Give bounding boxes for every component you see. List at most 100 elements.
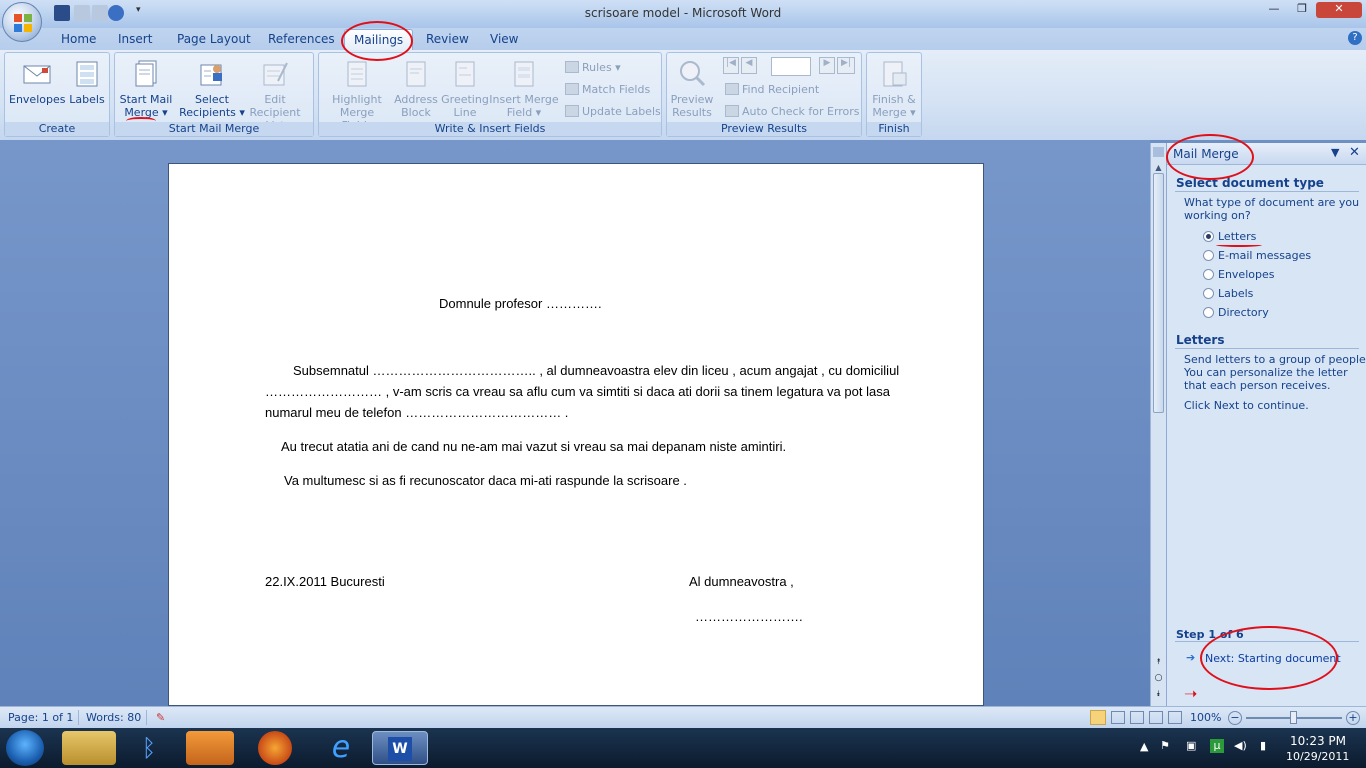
outline-view-icon[interactable] <box>1149 711 1163 724</box>
group-label-create: Create <box>5 122 109 136</box>
section-letters: Letters <box>1176 333 1225 347</box>
tray-expand-icon[interactable]: ▲ <box>1140 740 1148 753</box>
utorrent-icon[interactable]: µ <box>1210 739 1224 753</box>
network-icon[interactable]: ▣ <box>1186 739 1196 752</box>
office-button[interactable] <box>2 2 42 42</box>
page-count[interactable]: Page: 1 of 1 <box>8 711 73 724</box>
full-screen-reading-icon[interactable] <box>1111 711 1125 724</box>
finish-merge-button[interactable]: Finish & Merge ▾ <box>869 59 919 119</box>
group-write-insert-fields: Highlight Merge Fields Address Block Gre… <box>318 52 662 137</box>
desc-line3: that each person receives. <box>1184 379 1331 392</box>
option-email[interactable]: E-mail messages <box>1218 249 1311 262</box>
media-player-icon[interactable] <box>186 731 234 765</box>
doc-para3: Va multumesc si as fi recunoscator daca … <box>284 473 687 488</box>
firefox-icon[interactable] <box>258 731 292 765</box>
doc-date-place: 22.IX.2011 Bucuresti <box>265 574 385 589</box>
start-mail-merge-label-1: Start Mail <box>119 93 173 106</box>
tab-references[interactable]: References <box>268 32 335 46</box>
zoom-in-icon[interactable]: + <box>1346 711 1360 725</box>
zoom-level[interactable]: 100% <box>1190 711 1221 724</box>
rules-button[interactable]: Rules ▾ <box>565 61 621 74</box>
document-page[interactable]: Domnule profesor …………. Subsemnatul ……………… <box>168 163 984 706</box>
radio-directory[interactable] <box>1203 307 1214 318</box>
previous-page-icon[interactable]: ⯭ <box>1152 657 1165 667</box>
maximize-button[interactable]: ❐ <box>1290 2 1314 18</box>
radio-envelopes[interactable] <box>1203 269 1214 280</box>
radio-letters[interactable] <box>1203 231 1214 242</box>
clock-time[interactable]: 10:23 PM <box>1290 734 1346 748</box>
tab-review[interactable]: Review <box>426 32 469 46</box>
signal-icon[interactable]: ▮ <box>1260 739 1266 752</box>
radio-labels[interactable] <box>1203 288 1214 299</box>
zoom-out-icon[interactable]: − <box>1228 711 1242 725</box>
doc-para1-line2: ……………………… , v-am scris ca vreau sa aflu … <box>265 384 890 399</box>
rules-icon <box>565 61 579 73</box>
next-arrow-icon[interactable]: ➔ <box>1186 651 1195 664</box>
start-button[interactable] <box>6 730 44 766</box>
group-label-write-insert: Write & Insert Fields <box>319 122 661 136</box>
select-recipients-button[interactable]: Select Recipients ▾ <box>177 59 247 119</box>
previous-record-icon[interactable]: ◀ <box>741 57 757 74</box>
update-labels-button[interactable]: Update Labels <box>565 105 661 118</box>
internet-explorer-icon[interactable]: e <box>314 731 368 765</box>
next-page-icon[interactable]: ⯯ <box>1152 689 1165 699</box>
ruler-toggle-icon[interactable] <box>1153 147 1164 157</box>
address-block-button[interactable]: Address Block <box>391 59 441 119</box>
status-divider <box>78 710 79 725</box>
select-browse-object-icon[interactable]: ○ <box>1152 673 1165 683</box>
tab-home[interactable]: Home <box>61 32 96 46</box>
word-taskbar-button[interactable]: W <box>372 731 428 765</box>
print-layout-view-icon[interactable] <box>1090 710 1106 725</box>
option-envelopes[interactable]: Envelopes <box>1218 268 1274 281</box>
option-letters[interactable]: Letters <box>1218 230 1256 243</box>
greeting-line-button[interactable]: Greeting Line <box>439 59 491 119</box>
preview-results-button[interactable]: Preview Results <box>669 59 715 119</box>
match-fields-button[interactable]: Match Fields <box>565 83 650 96</box>
start-mail-merge-button[interactable]: Start Mail Merge ▾ <box>117 59 175 119</box>
close-button[interactable]: ✕ <box>1316 2 1362 18</box>
preview-label-1: Preview <box>670 93 714 106</box>
last-record-icon[interactable]: ▶| <box>837 57 855 74</box>
document-stack-icon <box>135 60 157 87</box>
record-number-input[interactable] <box>771 57 811 76</box>
explorer-icon[interactable] <box>62 731 116 765</box>
draft-view-icon[interactable] <box>1168 711 1182 724</box>
greeting-line-icon <box>455 61 475 87</box>
labels-button[interactable]: Labels <box>67 59 107 106</box>
tab-page-layout[interactable]: Page Layout <box>177 32 251 46</box>
pane-options-icon[interactable]: ▼ <box>1331 146 1339 159</box>
clock-date[interactable]: 10/29/2011 <box>1286 750 1349 763</box>
annotation-circle-next <box>1200 626 1338 690</box>
tab-insert[interactable]: Insert <box>118 32 152 46</box>
next-record-icon[interactable]: ▶ <box>819 57 835 74</box>
vertical-scrollbar[interactable]: ▲ ⯭ ○ ⯯ <box>1150 143 1166 706</box>
zoom-slider-thumb[interactable] <box>1290 711 1297 724</box>
insert-merge-field-button[interactable]: Insert Merge Field ▾ <box>489 59 559 119</box>
help-icon[interactable]: ? <box>1348 31 1362 45</box>
auto-check-icon <box>725 105 739 117</box>
web-layout-icon[interactable] <box>1130 711 1144 724</box>
scroll-thumb[interactable] <box>1153 173 1164 413</box>
option-labels[interactable]: Labels <box>1218 287 1253 300</box>
bluetooth-icon[interactable]: ᛒ <box>122 731 176 765</box>
envelopes-button[interactable]: Envelopes <box>9 59 65 106</box>
preview-label-2: Results <box>672 106 712 119</box>
doc-signature-1: Al dumneavostra , <box>689 574 794 589</box>
first-record-icon[interactable]: |◀ <box>723 57 739 74</box>
word-count[interactable]: Words: 80 <box>86 711 141 724</box>
action-center-icon[interactable]: ⚑ <box>1160 739 1170 752</box>
tab-view[interactable]: View <box>490 32 518 46</box>
option-directory[interactable]: Directory <box>1218 306 1269 319</box>
group-finish: Finish & Merge ▾ Finish <box>866 52 922 137</box>
office-logo-icon <box>14 14 32 32</box>
word-icon: W <box>388 737 412 761</box>
scroll-up-icon[interactable]: ▲ <box>1152 163 1165 172</box>
pane-close-icon[interactable]: ✕ <box>1349 145 1360 160</box>
minimize-button[interactable]: — <box>1262 2 1286 18</box>
find-recipient-button[interactable]: Find Recipient <box>725 83 819 96</box>
proofing-icon[interactable]: ✎ <box>156 711 165 724</box>
volume-icon[interactable]: ◀) <box>1234 739 1247 752</box>
doc-para1-line3: numarul meu de telefon ……………………………… . <box>265 405 569 420</box>
radio-email[interactable] <box>1203 250 1214 261</box>
auto-check-errors-button[interactable]: Auto Check for Errors <box>725 105 860 118</box>
